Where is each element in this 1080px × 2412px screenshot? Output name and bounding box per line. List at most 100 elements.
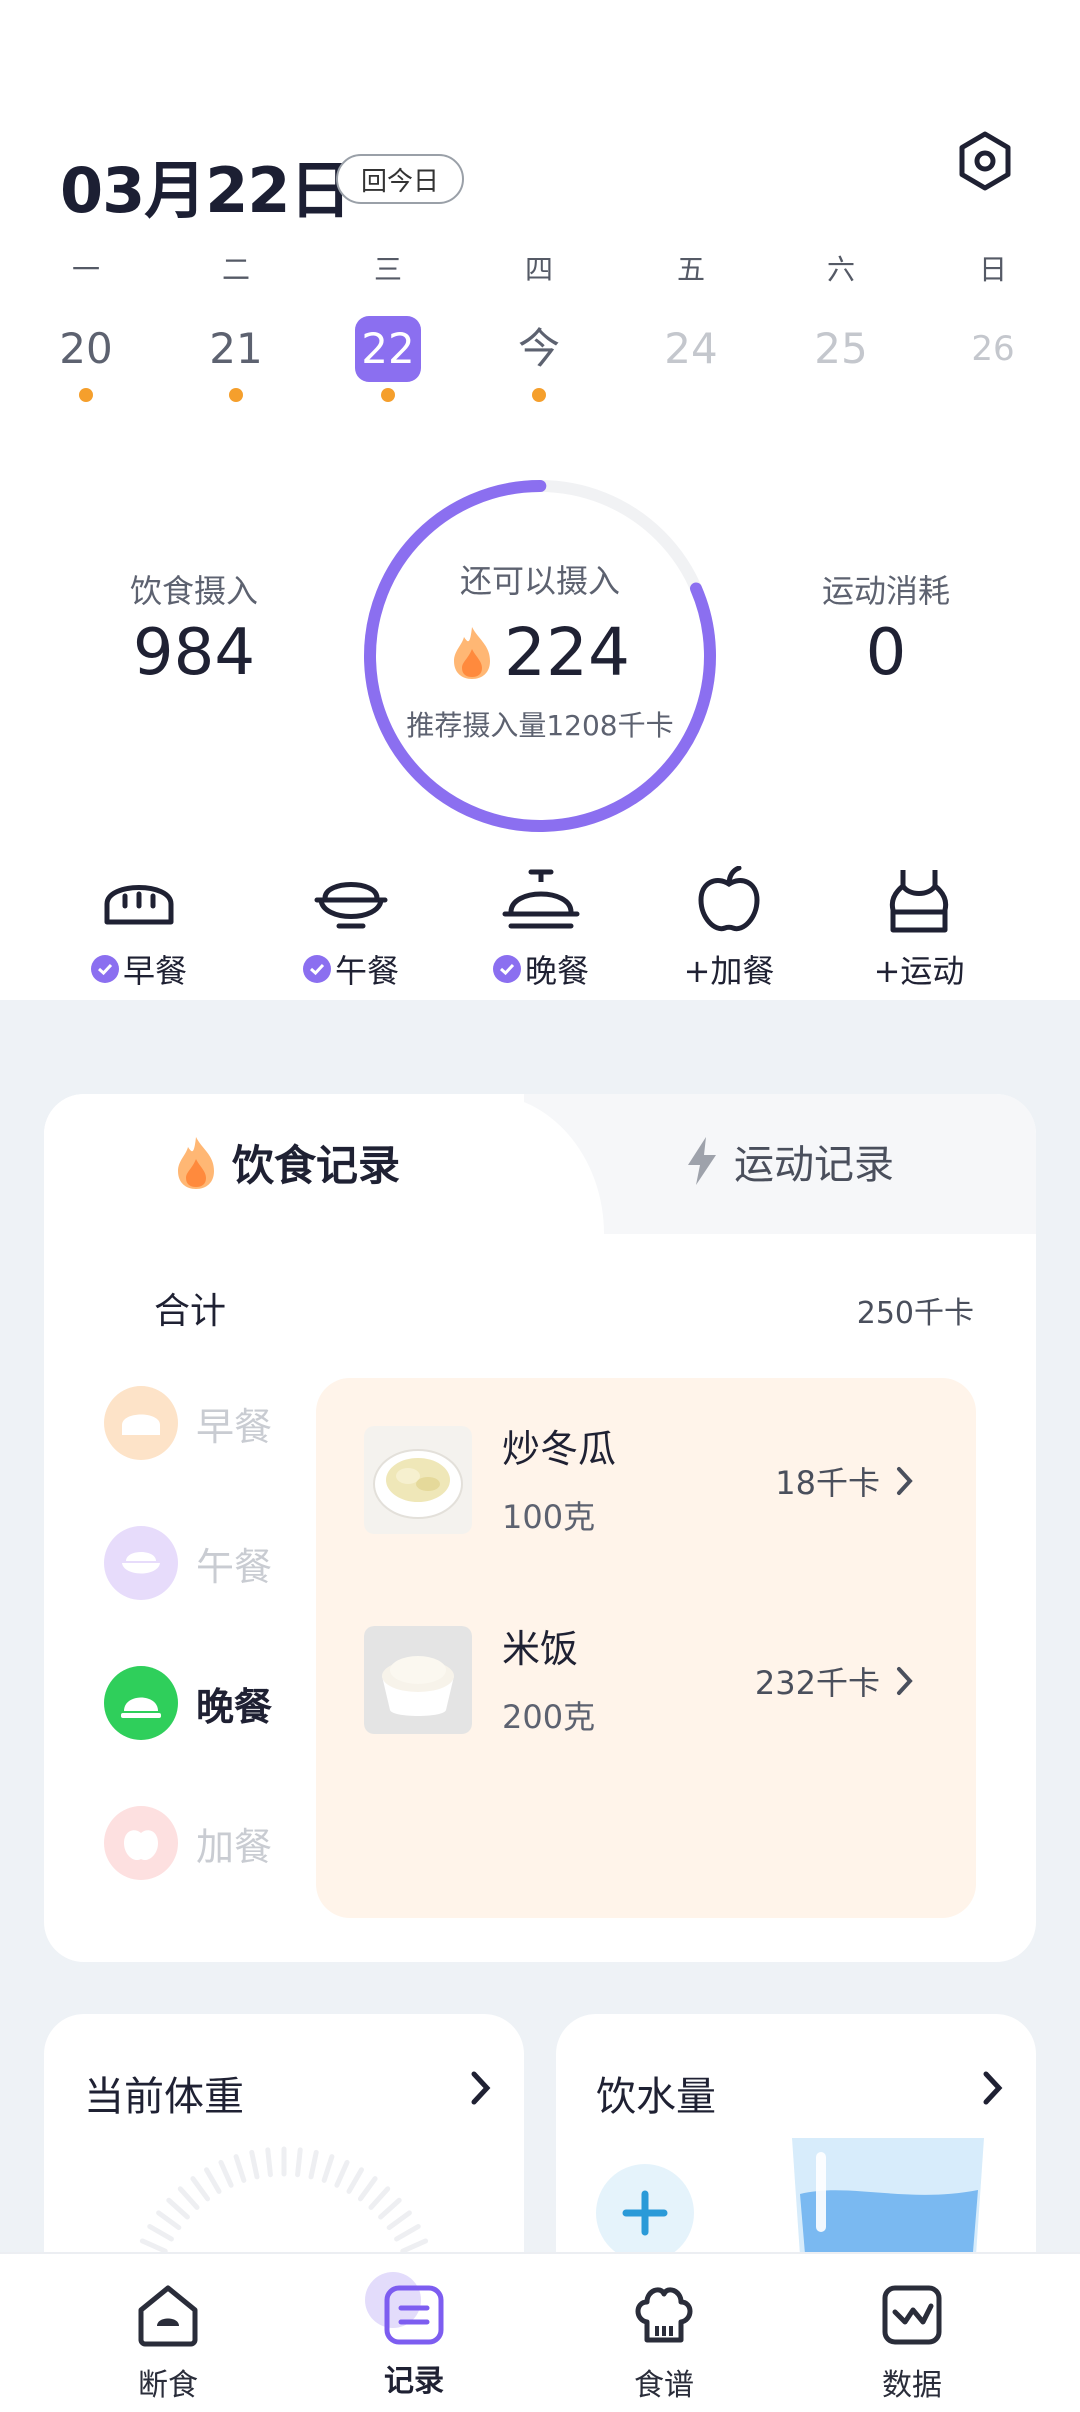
lightning-icon <box>688 1137 716 1185</box>
meal-label: +加餐 <box>683 952 775 990</box>
nav-recipes[interactable]: 食谱 <box>564 2254 764 2412</box>
food-kcal: 18千卡 <box>775 1458 914 1504</box>
food-name: 米饭 <box>502 1627 579 1671</box>
day-sat[interactable]: 六 25 <box>796 250 886 382</box>
nav-label: 食谱 <box>634 2368 694 2403</box>
burn-stat: 运动消耗 0 <box>766 566 1006 690</box>
gauge-tick <box>400 2238 429 2254</box>
rice-bowl-icon <box>314 882 388 929</box>
nav-fasting[interactable]: 断食 <box>68 2254 268 2412</box>
side-meal-label: 晚餐 <box>196 1684 273 1729</box>
plus-icon <box>622 2190 668 2236</box>
gauge-tick <box>295 2147 303 2178</box>
side-meal-label: 早餐 <box>196 1404 273 1449</box>
nav-label: 数据 <box>882 2368 942 2403</box>
side-meal-label: 午餐 <box>196 1544 273 1589</box>
burn-value: 0 <box>865 616 907 690</box>
meal-label: 午餐 <box>334 952 399 990</box>
weekday-label: 日 <box>978 253 1007 286</box>
weekday-label: 五 <box>676 253 705 286</box>
chevron-right-icon[interactable] <box>982 2070 1004 2106</box>
record-card: 饮食记录 运动记录 合计 250千卡 早餐 午餐 晚餐 加餐 炒冬瓜 100克 … <box>44 1094 1036 1962</box>
record-dot <box>79 388 93 402</box>
side-breakfast[interactable]: 早餐 <box>104 1386 272 1460</box>
day-mon[interactable]: 一 20 <box>41 250 131 402</box>
house-icon <box>138 2285 198 2347</box>
gauge-tick <box>177 2186 200 2210</box>
meal-label: 早餐 <box>122 952 187 990</box>
gauge-tick <box>156 2210 182 2231</box>
breakfast-button[interactable]: 早餐 <box>54 866 224 992</box>
add-exercise-button[interactable]: +运动 <box>834 866 1004 992</box>
weekday-label: 六 <box>826 253 855 286</box>
gauge-tick <box>394 2224 421 2242</box>
gauge-tick <box>368 2186 391 2210</box>
chef-hat-icon <box>635 2287 693 2343</box>
gauge-tick <box>233 2154 247 2183</box>
add-snack-button[interactable]: +加餐 <box>644 865 814 992</box>
chevron-right-icon[interactable] <box>470 2070 492 2106</box>
remain-value: 224 <box>504 614 630 691</box>
gauge-tick <box>139 2238 168 2254</box>
day-number-today: 今 <box>517 324 560 373</box>
burn-label: 运动消耗 <box>821 572 950 610</box>
gauge-tick <box>346 2167 364 2194</box>
record-dot <box>229 388 243 402</box>
day-tue[interactable]: 二 21 <box>191 250 281 402</box>
cloche-icon <box>104 1666 178 1740</box>
day-number: 21 <box>209 324 263 373</box>
weekday-label: 四 <box>524 253 553 286</box>
nav-data[interactable]: 数据 <box>812 2254 1012 2412</box>
day-wed[interactable]: 三 22 <box>343 250 433 402</box>
food-kcal-value: 18千卡 <box>775 1464 880 1502</box>
flame-icon <box>178 1136 214 1189</box>
day-number: 25 <box>814 324 868 373</box>
nav-record[interactable]: 记录 <box>314 2254 514 2412</box>
add-water-button[interactable] <box>596 2164 694 2262</box>
dinner-button[interactable]: 晚餐 <box>456 866 626 992</box>
apple-icon <box>698 865 760 932</box>
tab-sport-record[interactable]: 运动记录 <box>684 1132 894 1190</box>
day-thu[interactable]: 四 今 <box>494 250 584 402</box>
food-quantity: 100克 <box>502 1498 596 1536</box>
food-kcal-value: 232千卡 <box>754 1664 880 1702</box>
chevron-right-icon <box>897 1667 913 1695</box>
settings-icon[interactable] <box>954 130 1016 192</box>
nav-label: 记录 <box>384 2364 444 2399</box>
side-lunch[interactable]: 午餐 <box>104 1526 272 1600</box>
rice-bowl-icon <box>104 1526 178 1600</box>
gauge-tick <box>334 2159 350 2188</box>
chart-icon <box>882 2285 942 2345</box>
check-icon <box>492 955 521 983</box>
meal-label: 晚餐 <box>524 952 589 990</box>
back-to-today-button[interactable]: 回今日 <box>336 154 464 204</box>
chevron-right-icon <box>897 1467 913 1495</box>
remain-label: 还可以摄入 <box>459 562 620 600</box>
gauge-tick <box>321 2154 335 2183</box>
ring-center: 还可以摄入 224 推荐摄入量1208千卡 <box>358 474 722 838</box>
tab-diet-record[interactable]: 饮食记录 <box>174 1132 400 1193</box>
flame-icon <box>454 626 490 679</box>
food-item[interactable]: 炒冬瓜 100克 18千卡 <box>364 1418 944 1538</box>
day-number: 24 <box>664 324 718 373</box>
side-snack[interactable]: 加餐 <box>104 1806 272 1880</box>
day-number-selected: 22 <box>355 316 421 382</box>
weekday-label: 一 <box>71 253 100 286</box>
food-quantity: 200克 <box>502 1698 596 1736</box>
side-dinner[interactable]: 晚餐 <box>104 1666 272 1740</box>
date-title[interactable]: 03月22日 <box>60 140 352 230</box>
food-name: 炒冬瓜 <box>502 1427 617 1471</box>
tank-top-icon <box>889 870 949 933</box>
intake-stat: 饮食摄入 984 <box>74 566 314 690</box>
day-fri[interactable]: 五 24 <box>646 250 736 382</box>
day-sun[interactable]: 日 26 <box>948 250 1038 382</box>
gauge-tick <box>308 2149 319 2180</box>
food-kcal: 232千卡 <box>755 1658 914 1704</box>
water-title: 饮水量 <box>596 2074 716 2120</box>
gauge-tick <box>147 2224 174 2242</box>
weekday-label: 三 <box>373 253 402 286</box>
intake-value: 984 <box>132 616 256 690</box>
lunch-button[interactable]: 午餐 <box>266 866 436 992</box>
food-item[interactable]: 米饭 200克 232千卡 <box>364 1618 944 1738</box>
bread-icon <box>104 1386 178 1460</box>
